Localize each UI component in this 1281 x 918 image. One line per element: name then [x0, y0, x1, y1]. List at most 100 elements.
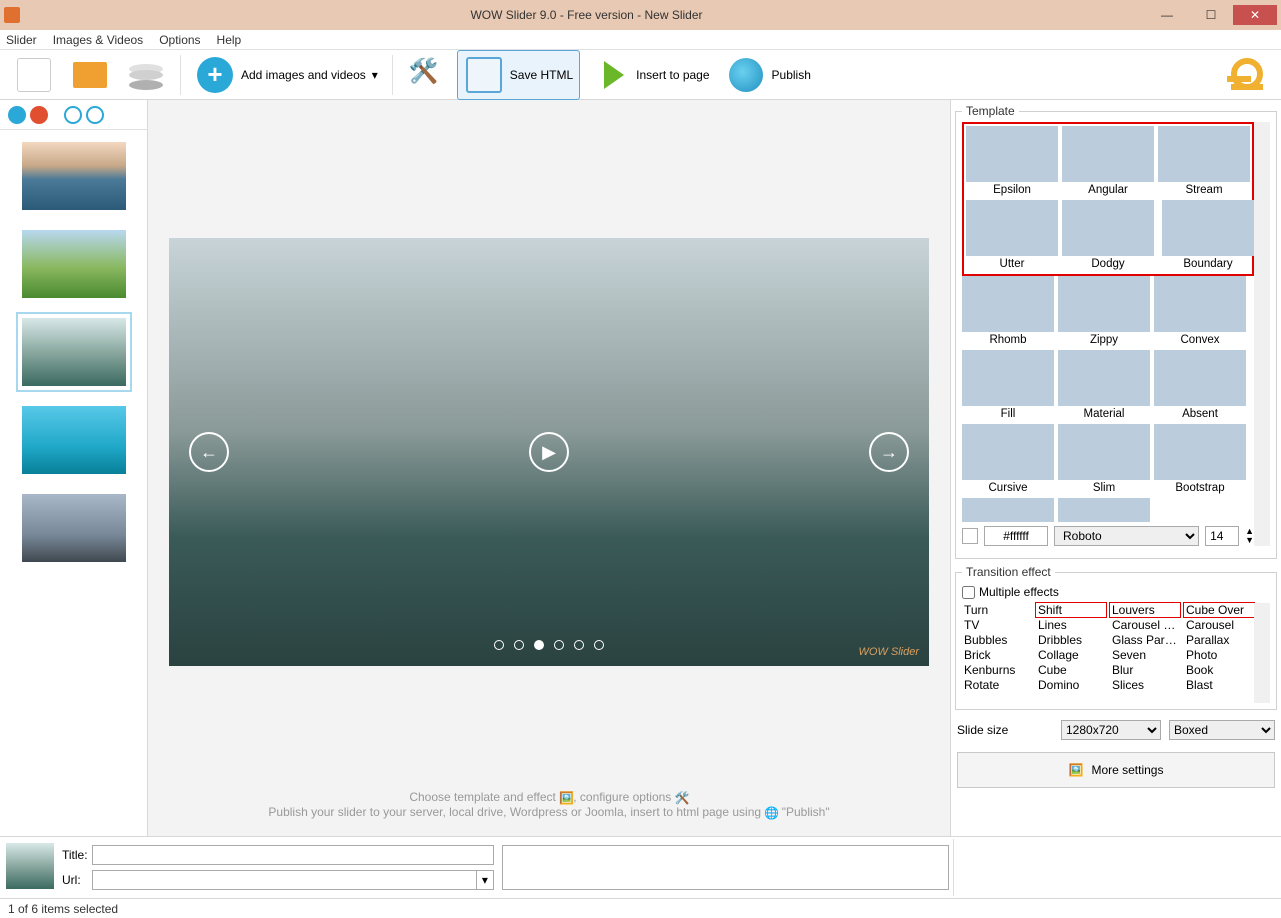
effect-blast[interactable]: Blast: [1184, 678, 1254, 692]
effect-lines[interactable]: Lines: [1036, 618, 1106, 632]
template-angular[interactable]: Angular: [1062, 126, 1154, 198]
template-scrollbar[interactable]: [1254, 122, 1270, 546]
effects-scrollbar[interactable]: [1254, 603, 1270, 703]
dropdown-icon: ▾: [372, 68, 378, 82]
template-item[interactable]: [1058, 498, 1150, 522]
left-sidebar: [0, 100, 148, 836]
effect-parallax[interactable]: Parallax: [1184, 633, 1254, 647]
effect-louvers[interactable]: Louvers: [1110, 603, 1180, 617]
slide-thumb[interactable]: [22, 494, 126, 562]
template-boundary[interactable]: Boundary: [1162, 200, 1254, 272]
pagination-dots[interactable]: [494, 640, 604, 650]
template-bootstrap[interactable]: Bootstrap: [1154, 424, 1246, 496]
menu-slider[interactable]: Slider: [6, 33, 37, 47]
slidesize-select[interactable]: 1280x720: [1061, 720, 1161, 740]
options-icon: 🛠️: [675, 791, 689, 805]
description-input[interactable]: [502, 845, 949, 890]
template-dodgy[interactable]: Dodgy: [1062, 200, 1154, 272]
effect-book[interactable]: Book: [1184, 663, 1254, 677]
effect-carousel[interactable]: Carousel: [1184, 618, 1254, 632]
effect-collage[interactable]: Collage: [1036, 648, 1106, 662]
menu-options[interactable]: Options: [159, 33, 200, 47]
remove-slide-button[interactable]: [30, 106, 48, 124]
template-panel: Template Epsilon Angular Stream Utter Do…: [955, 104, 1277, 559]
effect-brick[interactable]: Brick: [962, 648, 1032, 662]
activate-key-button[interactable]: [1221, 52, 1273, 98]
settings-icon: 🖼️: [1069, 763, 1084, 777]
save-html-button[interactable]: Save HTML: [457, 50, 580, 100]
watermark: WOW Slider: [859, 646, 920, 658]
effect-cube[interactable]: Cube: [1036, 663, 1106, 677]
status-text: 1 of 6 items selected: [8, 902, 118, 916]
next-slide-button[interactable]: →: [869, 432, 909, 472]
more-settings-button[interactable]: 🖼️ More settings: [957, 752, 1275, 788]
layout-select[interactable]: Boxed: [1169, 720, 1275, 740]
template-slim[interactable]: Slim: [1058, 424, 1150, 496]
open-button[interactable]: [64, 51, 116, 99]
template-fill[interactable]: Fill: [962, 350, 1054, 422]
minimize-button[interactable]: —: [1145, 5, 1189, 25]
publish-button[interactable]: Publish: [720, 51, 817, 99]
slide-thumb[interactable]: [22, 142, 126, 210]
hint-text: Choose template and effect 🖼️, configure…: [148, 784, 950, 836]
effect-domino[interactable]: Domino: [1036, 678, 1106, 692]
disk-button[interactable]: [120, 51, 172, 99]
transition-panel: Transition effect Multiple effects Turn …: [955, 565, 1277, 710]
effect-bubbles[interactable]: Bubbles: [962, 633, 1032, 647]
effect-shift[interactable]: Shift: [1036, 603, 1106, 617]
effect-dribbles[interactable]: Dribbles: [1036, 633, 1106, 647]
close-button[interactable]: ✕: [1233, 5, 1277, 25]
font-select[interactable]: Roboto: [1054, 526, 1199, 546]
template-convex[interactable]: Convex: [1154, 276, 1246, 348]
add-slide-button[interactable]: [8, 106, 26, 124]
template-material[interactable]: Material: [1058, 350, 1150, 422]
spinner-icon[interactable]: ▲▼: [1245, 527, 1254, 545]
template-rhomb[interactable]: Rhomb: [962, 276, 1054, 348]
rotate-left-button[interactable]: [64, 106, 82, 124]
menu-help[interactable]: Help: [217, 33, 242, 47]
template-absent[interactable]: Absent: [1154, 350, 1246, 422]
template-cursive[interactable]: Cursive: [962, 424, 1054, 496]
insert-to-page-button[interactable]: Insert to page: [584, 51, 715, 99]
effect-glass-parallax[interactable]: Glass Parall...: [1110, 633, 1180, 647]
font-size-input[interactable]: [1205, 526, 1239, 546]
menu-images-videos[interactable]: Images & Videos: [53, 33, 144, 47]
add-images-button[interactable]: + Add images and videos ▾: [189, 51, 384, 99]
url-input[interactable]: [92, 870, 477, 890]
template-legend: Template: [962, 104, 1019, 118]
template-utter[interactable]: Utter: [966, 200, 1058, 272]
configure-button[interactable]: 🛠️: [401, 51, 453, 99]
slide-thumbnail-list[interactable]: [0, 130, 147, 836]
effect-kenburns[interactable]: Kenburns: [962, 663, 1032, 677]
preview-area: ← ▶ → WOW Slider Choose template and eff…: [148, 100, 951, 836]
template-zippy[interactable]: Zippy: [1058, 276, 1150, 348]
effect-turn[interactable]: Turn: [962, 603, 1032, 617]
effect-rotate[interactable]: Rotate: [962, 678, 1032, 692]
template-stream[interactable]: Stream: [1158, 126, 1250, 198]
effect-carousel-b[interactable]: Carousel B...: [1110, 618, 1180, 632]
slide-thumb-selected[interactable]: [22, 318, 126, 386]
maximize-button[interactable]: ☐: [1189, 5, 1233, 25]
toolbar: + Add images and videos ▾ 🛠️ Save HTML I…: [0, 50, 1281, 100]
slide-thumb[interactable]: [22, 230, 126, 298]
effect-blur[interactable]: Blur: [1110, 663, 1180, 677]
slide-thumb[interactable]: [22, 406, 126, 474]
title-input[interactable]: [92, 845, 494, 865]
template-item[interactable]: [962, 498, 1054, 522]
prev-slide-button[interactable]: ←: [189, 432, 229, 472]
template-epsilon[interactable]: Epsilon: [966, 126, 1058, 198]
effect-tv[interactable]: TV: [962, 618, 1032, 632]
effect-seven[interactable]: Seven: [1110, 648, 1180, 662]
play-button[interactable]: ▶: [529, 432, 569, 472]
color-input[interactable]: [984, 526, 1048, 546]
effect-cube-over[interactable]: Cube Over: [1184, 603, 1254, 617]
effect-slices[interactable]: Slices: [1110, 678, 1180, 692]
url-dropdown-icon[interactable]: ▾: [477, 870, 494, 890]
new-button[interactable]: [8, 51, 60, 99]
transition-legend: Transition effect: [962, 565, 1055, 579]
effect-photo[interactable]: Photo: [1184, 648, 1254, 662]
multiple-effects-check[interactable]: Multiple effects: [962, 585, 1270, 599]
insert-label: Insert to page: [636, 68, 709, 82]
rotate-right-button[interactable]: [86, 106, 104, 124]
color-swatch[interactable]: [962, 528, 978, 544]
